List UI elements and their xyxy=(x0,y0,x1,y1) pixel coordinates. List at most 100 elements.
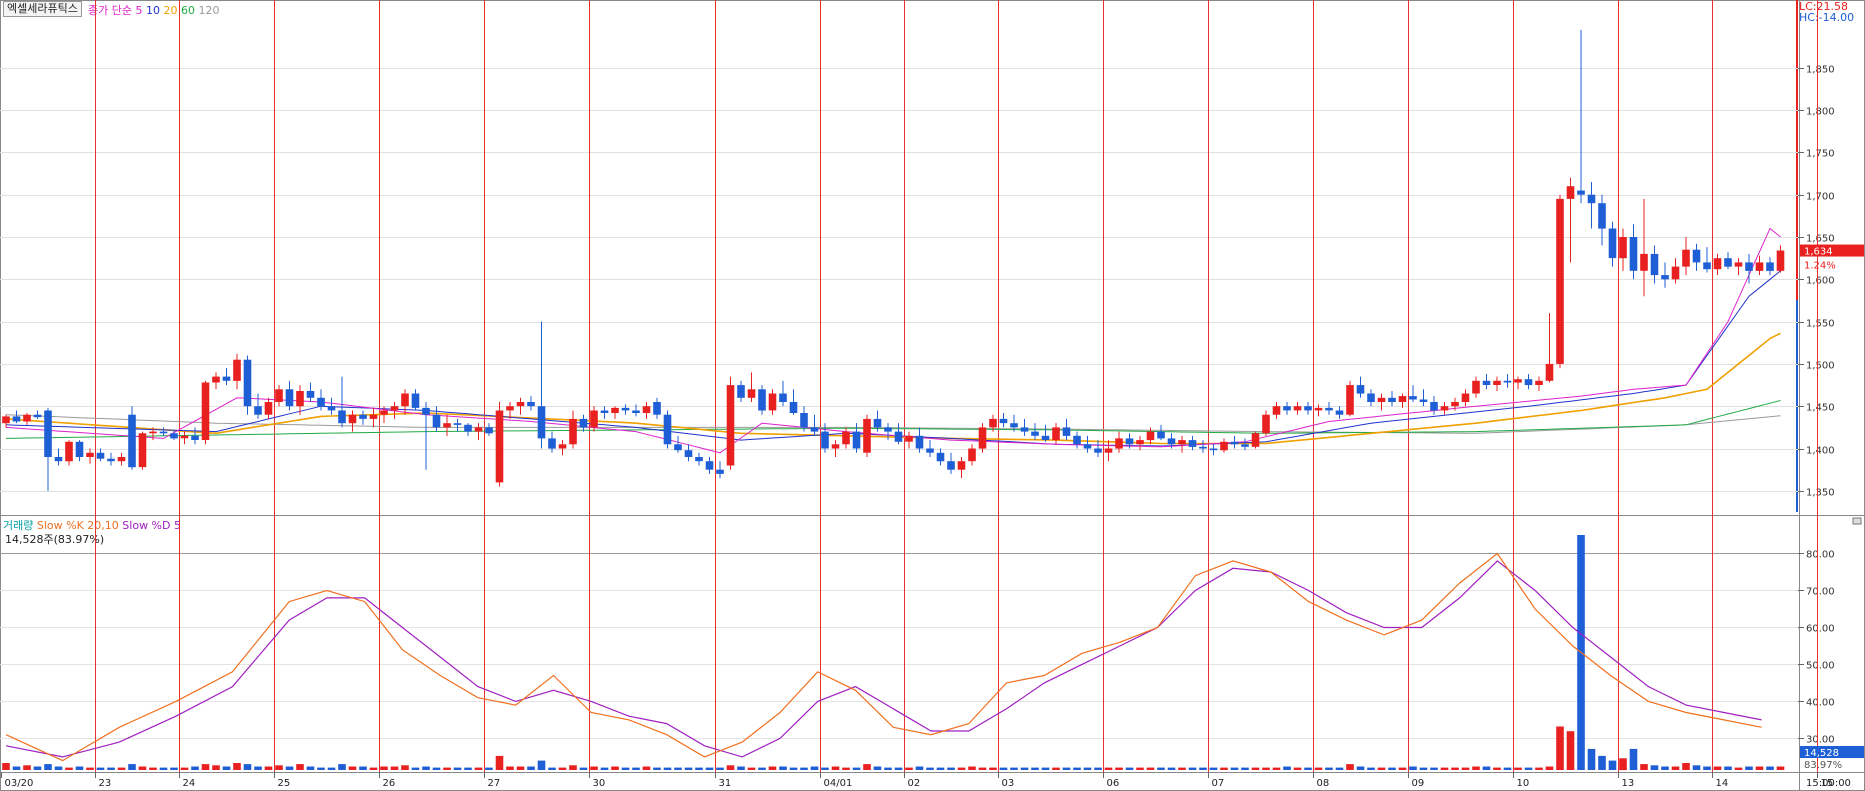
candle xyxy=(789,389,798,415)
candle-body xyxy=(1230,441,1239,445)
volume-bar xyxy=(905,767,913,770)
candle xyxy=(915,427,924,453)
candle xyxy=(23,413,31,425)
candle-body xyxy=(1157,431,1165,439)
candle xyxy=(737,380,745,402)
price-tick-label: 1,450 xyxy=(1806,403,1835,414)
candle xyxy=(1272,402,1281,419)
candle-body xyxy=(1440,406,1449,411)
candle xyxy=(401,389,409,415)
candle-body xyxy=(180,435,189,439)
candle-body xyxy=(1724,258,1732,267)
time-tick-label: 06 xyxy=(1107,778,1120,789)
candle xyxy=(1199,440,1207,453)
candle-body xyxy=(1472,380,1480,394)
candle xyxy=(180,431,189,445)
price-tick-label: 1,800 xyxy=(1806,107,1835,118)
volume-bar xyxy=(348,766,357,770)
candle-body xyxy=(1566,186,1575,199)
candle xyxy=(1104,440,1113,462)
candle-body xyxy=(2,416,10,424)
volume-bar xyxy=(464,767,472,770)
candle-body xyxy=(107,458,115,462)
candle xyxy=(1094,440,1102,457)
volume-bar xyxy=(1514,767,1522,770)
volume-bar xyxy=(1766,766,1774,770)
stoch-last-text: 83.97% xyxy=(1804,760,1842,771)
candle xyxy=(1304,402,1312,415)
candle xyxy=(96,448,105,462)
candle xyxy=(191,427,199,445)
candle-body xyxy=(96,452,105,459)
candle-body xyxy=(1346,385,1354,415)
candle xyxy=(1083,435,1092,453)
volume-bar xyxy=(411,767,420,770)
candle-body xyxy=(1461,393,1470,402)
candle xyxy=(464,423,472,436)
price-tick-label: 1,400 xyxy=(1806,446,1835,457)
candle-body xyxy=(117,457,126,462)
candle xyxy=(1398,393,1407,408)
volume-bar xyxy=(1178,767,1186,770)
candle xyxy=(1556,194,1564,369)
volume-bar xyxy=(1776,766,1785,770)
candle-body xyxy=(516,402,525,407)
candle xyxy=(1703,247,1711,273)
volume-bar xyxy=(863,764,871,770)
volume-bar xyxy=(1692,765,1701,770)
volume-bar xyxy=(128,764,136,770)
candle-body xyxy=(1115,438,1123,449)
time-tick-label: 14 xyxy=(1716,778,1729,789)
volume-bar xyxy=(422,766,430,770)
candle xyxy=(1577,29,1585,204)
volume-bar xyxy=(684,767,693,770)
volume-bar xyxy=(632,767,640,770)
volume-bar xyxy=(1073,767,1081,770)
volume-bar xyxy=(1304,767,1312,770)
candle-body xyxy=(44,410,52,457)
volume-bar xyxy=(1524,767,1533,770)
candle xyxy=(684,444,693,462)
volume-bar xyxy=(1566,731,1575,770)
volume-bar xyxy=(1556,726,1564,770)
volume-bar xyxy=(1608,760,1617,770)
volume-bar xyxy=(212,765,220,770)
volume-bar xyxy=(117,767,126,770)
candle-body xyxy=(275,389,283,402)
candle xyxy=(159,427,168,436)
volume-bar xyxy=(989,767,997,770)
candle-body xyxy=(1503,380,1512,383)
volume-bar xyxy=(86,767,94,770)
candle-body xyxy=(327,406,336,411)
volume-bar xyxy=(968,766,976,770)
candle-body xyxy=(1178,440,1186,445)
candle-body xyxy=(1514,379,1522,383)
candle-body xyxy=(663,414,672,445)
candle-body xyxy=(653,402,661,415)
volume-bar xyxy=(810,766,819,770)
volume-bar xyxy=(306,766,315,770)
candle xyxy=(275,385,283,407)
volume-bar xyxy=(159,767,168,770)
last-price-text: 1,634 xyxy=(1804,247,1833,258)
volume-bar xyxy=(1661,766,1669,770)
volume-bar xyxy=(747,767,756,770)
volume-bar xyxy=(1241,767,1249,770)
volume-bar xyxy=(285,766,294,770)
candle-body xyxy=(1703,262,1711,270)
candle xyxy=(831,440,840,457)
candle-body xyxy=(390,406,399,411)
candle-body xyxy=(1314,407,1323,411)
candle-body xyxy=(1398,396,1407,402)
candle xyxy=(1535,376,1543,391)
volume-bar xyxy=(1461,767,1470,770)
candle xyxy=(128,406,136,470)
volume-bar xyxy=(1388,767,1396,770)
candle xyxy=(327,397,336,415)
volume-bar xyxy=(737,766,745,770)
volume-bar xyxy=(1713,766,1722,770)
candle xyxy=(1283,402,1291,415)
chart-canvas[interactable]: 1,350 1,400 1,450 1,500 1,550 1,600 1,650 1,700… xyxy=(0,0,1865,791)
candle xyxy=(1493,376,1501,391)
candle-body xyxy=(453,423,462,425)
